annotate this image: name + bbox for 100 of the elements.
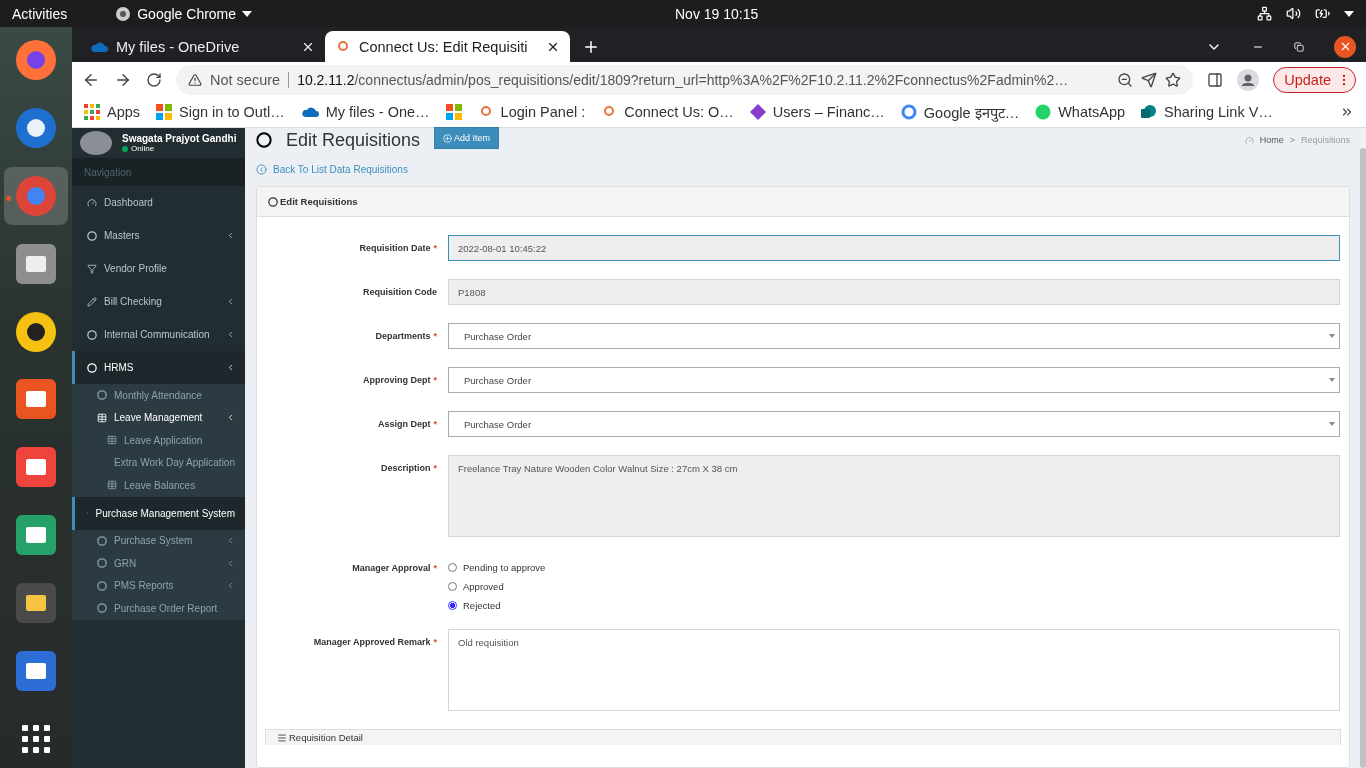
sidebar-item[interactable]: PMS Reports	[72, 574, 245, 597]
caret-icon	[1329, 378, 1335, 382]
cloud-icon	[90, 40, 108, 53]
zoom-icon[interactable]	[1117, 71, 1134, 88]
sidebar-item[interactable]: Vendor Profile	[72, 252, 245, 285]
field-label: Manager Approval *	[351, 562, 437, 575]
clock[interactable]: Nov 19 10:15	[675, 5, 759, 22]
field-label: Requisition Date *	[358, 242, 437, 255]
sidebar-item[interactable]: Purchase Management System	[72, 496, 245, 530]
update-button[interactable]: Update	[1273, 66, 1356, 93]
user-name: Swagata Prajyot Gandhi	[122, 133, 237, 144]
text-area[interactable]: Freelance Tray Nature Wooden Color Walnut Size : 27cm X 38 cm	[448, 455, 1340, 537]
chevron-left-icon	[226, 330, 235, 339]
sidebar-item[interactable]: Monthly Attendance	[72, 384, 245, 407]
app-menu[interactable]: Google Chrome	[137, 5, 237, 22]
radio-button[interactable]	[448, 563, 457, 572]
security-label: Not secure	[210, 71, 281, 88]
bookmark[interactable]: Google इनपुट…	[900, 102, 1020, 122]
close-window-button[interactable]	[1334, 35, 1356, 58]
sidebar-item[interactable]: Purchase Order Report	[72, 597, 245, 620]
sidebar-item[interactable]: Leave Application	[72, 429, 245, 452]
sidebar-item[interactable]: Leave Management	[72, 406, 245, 429]
field-label: Requisition Code	[362, 286, 437, 299]
bookmark[interactable]: Sign in to Outl…	[156, 104, 285, 120]
chevron-left-icon	[226, 413, 235, 423]
caret-icon	[1329, 334, 1335, 338]
side-panel-icon[interactable]	[1207, 71, 1224, 88]
volume-icon[interactable]	[1286, 6, 1301, 21]
chevron-left-icon	[226, 536, 235, 546]
sidebar-item[interactable]: Masters	[72, 219, 245, 252]
address-bar[interactable]: Not secure 10.2.11.2/connectus/admin/pos_requisitions/edit/1809?return_url=http%3A%2F%2F10.2.11.2%2Fconnectus%2Fadmin%2…	[176, 64, 1194, 95]
restore-icon[interactable]	[1294, 41, 1304, 52]
firefox-app-icon[interactable]	[14, 38, 58, 83]
table-icon	[97, 412, 107, 423]
chevron-left-icon	[226, 297, 235, 306]
text-field[interactable]: P1808	[448, 279, 1340, 305]
radio-label: Pending to approve	[463, 562, 546, 573]
radio-button[interactable]	[448, 601, 457, 610]
chevron-left-icon	[226, 231, 235, 240]
bookmark[interactable]: Apps	[84, 104, 141, 120]
sidebar-item[interactable]: GRN	[72, 552, 245, 575]
pencil-icon	[87, 296, 97, 307]
four-squares-icon	[156, 104, 173, 120]
page-title: Edit Requisitions	[286, 129, 421, 151]
sidebar-item[interactable]: Purchase System	[72, 529, 245, 552]
sidebar-item[interactable]: HRMS	[72, 351, 245, 384]
caret-icon[interactable]	[1344, 10, 1354, 17]
speaker-app-icon[interactable]	[14, 309, 58, 354]
bookmark[interactable]: Login Panel :	[477, 104, 586, 120]
bookmark[interactable]: My files - One…	[300, 104, 430, 120]
network-icon[interactable]	[1257, 6, 1272, 21]
apps-grid-icon	[84, 104, 100, 120]
reload-icon[interactable]	[146, 71, 162, 88]
online-status: Online	[131, 144, 155, 153]
scrollbar[interactable]	[1360, 148, 1366, 768]
nav-header: Navigation	[72, 158, 245, 186]
field-label: Approving Dept *	[362, 374, 437, 387]
breadcrumb-item: Requisitions	[1300, 135, 1350, 145]
text-field[interactable]: 2022-08-01 10:45:22	[448, 235, 1340, 261]
dashboard-icon	[87, 197, 97, 208]
back-circle-icon	[256, 163, 267, 175]
sidebar-item[interactable]: Bill Checking	[72, 285, 245, 318]
breadcrumb-item[interactable]: Home	[1259, 135, 1284, 145]
field-label: Departments *	[374, 330, 437, 343]
add-item-button[interactable]: Add Item	[434, 127, 500, 149]
send-icon[interactable]	[1141, 71, 1158, 88]
bookmark[interactable]: WhatsApp	[1035, 104, 1126, 120]
dropdown[interactable]: Purchase Order	[448, 367, 1340, 393]
radio-button[interactable]	[448, 582, 457, 591]
plus-circle-icon	[443, 133, 453, 143]
menu-icon	[277, 733, 287, 743]
filter-icon	[87, 263, 97, 274]
field-label: Description *	[379, 462, 437, 475]
table-icon	[107, 480, 117, 491]
browser-tab[interactable]: Connect Us: Edit Requisiti	[325, 31, 570, 62]
browser-tab[interactable]: My files - OneDrive	[80, 31, 325, 62]
breadcrumb-separator: >	[1289, 135, 1295, 145]
activities-button[interactable]: Activities	[12, 5, 68, 22]
sidebar-item[interactable]: Leave Balances	[72, 474, 245, 497]
bookmark[interactable]: Sharing Link V…	[1141, 104, 1273, 120]
bookmark[interactable]: Connect Us: O…	[601, 104, 734, 120]
bookmark[interactable]: Users – Financ…	[749, 104, 885, 120]
user-avatar	[80, 131, 112, 155]
warning-icon	[188, 72, 202, 87]
diamond-icon	[749, 104, 766, 120]
caret-icon	[242, 10, 253, 17]
profile-avatar-icon[interactable]	[1237, 68, 1260, 91]
more-bookmarks-icon[interactable]	[1340, 105, 1354, 119]
dropdown[interactable]: Purchase Order	[448, 323, 1340, 349]
sidebar-item[interactable]: Dashboard	[72, 186, 245, 219]
dropdown[interactable]: Purchase Order	[448, 411, 1340, 437]
text-area[interactable]: Old requisition	[448, 629, 1340, 711]
battery-icon[interactable]	[1315, 6, 1330, 21]
url-text: 10.2.11.2/connectus/admin/pos_requisitions/edit/1809?return_url=http%3A%2F%2F10.2.11.2%2Fconnectus%2Fadmin%2…	[297, 71, 1070, 88]
sidebar-item[interactable]: Extra Work Day Application	[72, 451, 245, 474]
table-icon	[107, 435, 117, 446]
star-icon[interactable]	[1165, 71, 1182, 88]
new-tab-icon[interactable]	[582, 38, 600, 56]
sidebar-item[interactable]: Internal Communication	[72, 318, 245, 351]
caret-icon	[1329, 422, 1335, 426]
